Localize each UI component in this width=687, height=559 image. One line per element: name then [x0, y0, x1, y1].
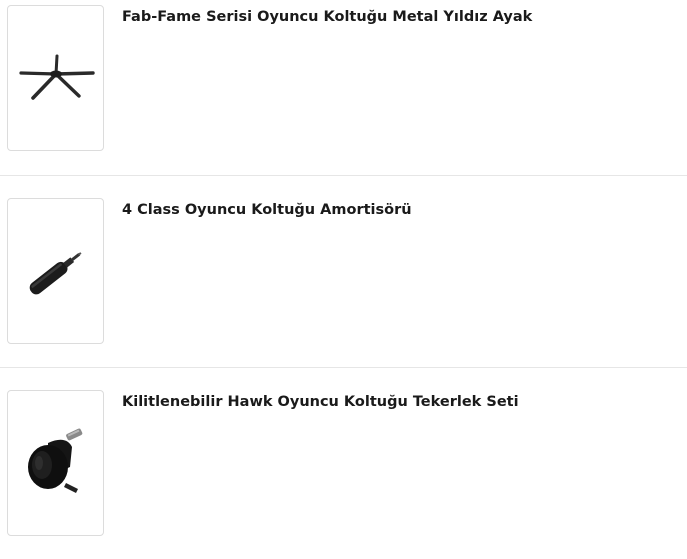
- caster-wheel-icon: [28, 428, 83, 493]
- gas-cylinder-icon: [29, 252, 82, 295]
- list-item[interactable]: 4 Class Oyuncu Koltuğu Amortisörü: [0, 193, 687, 383]
- chair-star-base-icon: [19, 54, 95, 100]
- product-title[interactable]: Kilitlenebilir Hawk Oyuncu Koltuğu Teker…: [122, 393, 519, 411]
- list-item[interactable]: Fab-Fame Serisi Oyuncu Koltuğu Metal Yıl…: [0, 0, 687, 190]
- product-title[interactable]: Fab-Fame Serisi Oyuncu Koltuğu Metal Yıl…: [122, 8, 532, 26]
- product-title[interactable]: 4 Class Oyuncu Koltuğu Amortisörü: [122, 201, 412, 219]
- product-image[interactable]: [7, 198, 104, 344]
- product-image[interactable]: [7, 390, 104, 536]
- product-list: Fab-Fame Serisi Oyuncu Koltuğu Metal Yıl…: [0, 0, 687, 559]
- divider: [0, 367, 687, 368]
- product-image[interactable]: [7, 5, 104, 151]
- list-item[interactable]: Kilitlenebilir Hawk Oyuncu Koltuğu Teker…: [0, 385, 687, 559]
- divider: [0, 175, 687, 176]
